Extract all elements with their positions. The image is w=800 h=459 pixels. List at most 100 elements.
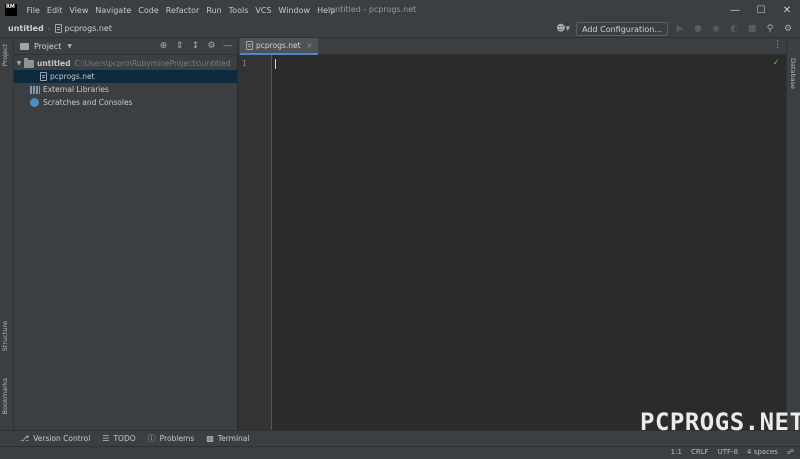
project-panel: Project ▼ ⊕ ⇕ ↕ ⚙ — ▼ untitled C:\Users\… [14, 38, 237, 430]
tree-ext-libs-label: External Libraries [43, 85, 109, 94]
menu-refactor[interactable]: Refactor [162, 6, 203, 15]
coverage-icon[interactable]: ◉ [710, 24, 722, 34]
branch-icon: ⎇ [20, 434, 30, 443]
chevron-down-icon: ▼ [67, 42, 72, 50]
editor-gutter: 1 [238, 55, 272, 430]
tab-structure[interactable]: Structure [1, 321, 9, 351]
tab-project[interactable]: Project [1, 44, 9, 66]
project-panel-header: Project ▼ ⊕ ⇕ ↕ ⚙ — [14, 38, 237, 55]
rubymine-logo-icon: RM [5, 4, 17, 16]
lock-icon[interactable]: ☍ [787, 448, 794, 456]
editor-tab-label: pcprogs.net [256, 41, 301, 50]
cursor-position[interactable]: 1:1 [671, 448, 682, 456]
version-control-label: Version Control [33, 434, 91, 443]
tab-bookmarks-label: Bookmarks [1, 378, 9, 415]
info-icon: ⓘ [147, 434, 156, 443]
breadcrumb-project[interactable]: untitled [8, 24, 44, 33]
breadcrumb-separator: › [47, 24, 51, 33]
user-icon[interactable]: ☻▾ [556, 24, 570, 34]
tree-row-root[interactable]: ▼ untitled C:\Users\pcpro\RubymineProjec… [14, 57, 237, 70]
code-editor[interactable]: ✓ [272, 55, 786, 430]
project-panel-tools: ⊕ ⇕ ↕ ⚙ — [158, 41, 233, 52]
tree-row-file[interactable]: pcprogs.net [14, 70, 237, 83]
minimize-button[interactable]: — [722, 0, 748, 20]
close-tab-icon[interactable]: ✕ [307, 42, 313, 50]
tree-root-name: untitled [37, 59, 71, 68]
scratches-icon [30, 98, 39, 107]
project-view-selector[interactable]: Project ▼ [20, 42, 72, 51]
profile-icon[interactable]: ◐ [728, 24, 740, 34]
hide-icon[interactable]: — [222, 41, 233, 52]
terminal-label: Terminal [217, 434, 250, 443]
list-icon: ☰ [102, 434, 110, 443]
close-button[interactable]: ✕ [774, 0, 800, 20]
left-tool-strip: Project Structure Bookmarks [0, 38, 14, 430]
menu-edit[interactable]: Edit [43, 6, 66, 15]
locate-icon[interactable]: ⊕ [158, 41, 169, 52]
version-control-button[interactable]: ⎇ Version Control [20, 434, 90, 443]
folder-icon [24, 57, 34, 68]
breadcrumb-file[interactable]: pcprogs.net [65, 24, 112, 33]
tree-row-external-libraries[interactable]: External Libraries [14, 83, 237, 96]
settings-icon[interactable]: ⚙ [782, 24, 794, 34]
line-number: 1 [242, 59, 247, 68]
run-icon[interactable]: ▶ [674, 24, 686, 34]
tree-file-name: pcprogs.net [50, 72, 95, 81]
breadcrumb: untitled › pcprogs.net [0, 24, 112, 33]
tree-root-path: C:\Users\pcpro\RubymineProjects\untitled [74, 59, 231, 68]
project-tree: ▼ untitled C:\Users\pcpro\RubymineProjec… [14, 55, 237, 109]
menu-navigate[interactable]: Navigate [92, 6, 135, 15]
tab-database[interactable]: Database [789, 58, 797, 89]
maximize-button[interactable]: ☐ [748, 0, 774, 20]
file-icon [246, 41, 253, 50]
tree-scratches-label: Scratches and Consoles [43, 98, 133, 107]
indent-setting[interactable]: 4 spaces [747, 448, 778, 456]
more-options-icon[interactable]: ⋮ [773, 40, 782, 50]
text-cursor [275, 59, 276, 69]
menu-file[interactable]: File [23, 6, 43, 15]
run-toolbar: ☻▾ Add Configuration... ▶ ● ◉ ◐ ■ ⚲ ⚙ [556, 22, 794, 36]
gear-icon[interactable]: ⚙ [206, 41, 217, 52]
todo-label: TODO [113, 434, 136, 443]
menu-bar: File Edit View Navigate Code Refactor Ru… [23, 6, 339, 15]
menu-vcs[interactable]: VCS [252, 6, 275, 15]
window-title: untitled - pcprogs.net [330, 5, 417, 14]
tab-database-label: Database [789, 58, 797, 90]
menu-code[interactable]: Code [135, 6, 162, 15]
file-icon [40, 72, 47, 81]
project-panel-title: Project [34, 41, 62, 51]
expand-all-icon[interactable]: ⇕ [174, 41, 185, 52]
expand-arrow-icon[interactable]: ▼ [14, 60, 24, 67]
terminal-icon: ▩ [206, 434, 214, 443]
line-separator[interactable]: CRLF [691, 448, 709, 456]
stop-icon[interactable]: ■ [746, 24, 758, 34]
todo-button[interactable]: ☰ TODO [102, 434, 135, 443]
editor-tab-bar: pcprogs.net ✕ ⋮ [238, 38, 786, 55]
problems-button[interactable]: ⓘ Problems [148, 433, 195, 444]
editor-tab[interactable]: pcprogs.net ✕ [240, 38, 319, 55]
debug-icon[interactable]: ● [692, 24, 704, 34]
search-icon[interactable]: ⚲ [764, 24, 776, 34]
file-icon [54, 24, 62, 33]
inspection-ok-icon[interactable]: ✓ [772, 58, 780, 68]
watermark: PCPROGS.NET [640, 408, 800, 436]
right-tool-strip: Database [786, 38, 800, 430]
problems-label: Problems [159, 434, 195, 443]
collapse-all-icon[interactable]: ↕ [190, 41, 201, 52]
tab-project-label: Project [1, 44, 9, 67]
menu-tools[interactable]: Tools [225, 6, 252, 15]
tab-structure-label: Structure [1, 321, 9, 352]
title-bar: RM File Edit View Navigate Code Refactor… [0, 0, 800, 20]
tree-row-scratches[interactable]: Scratches and Consoles [14, 96, 237, 109]
add-configuration-button[interactable]: Add Configuration... [576, 22, 668, 36]
menu-window[interactable]: Window [275, 6, 314, 15]
terminal-button[interactable]: ▩ Terminal [206, 434, 249, 443]
menu-view[interactable]: View [66, 6, 92, 15]
file-encoding[interactable]: UTF-8 [718, 448, 738, 456]
library-icon [30, 85, 40, 94]
menu-run[interactable]: Run [203, 6, 225, 15]
status-items: 1:1 CRLF UTF-8 4 spaces ☍ [671, 448, 794, 456]
tab-bookmarks[interactable]: Bookmarks [1, 378, 9, 414]
navigation-bar: untitled › pcprogs.net ☻▾ Add Configurat… [0, 20, 800, 38]
folder-icon [20, 42, 29, 50]
